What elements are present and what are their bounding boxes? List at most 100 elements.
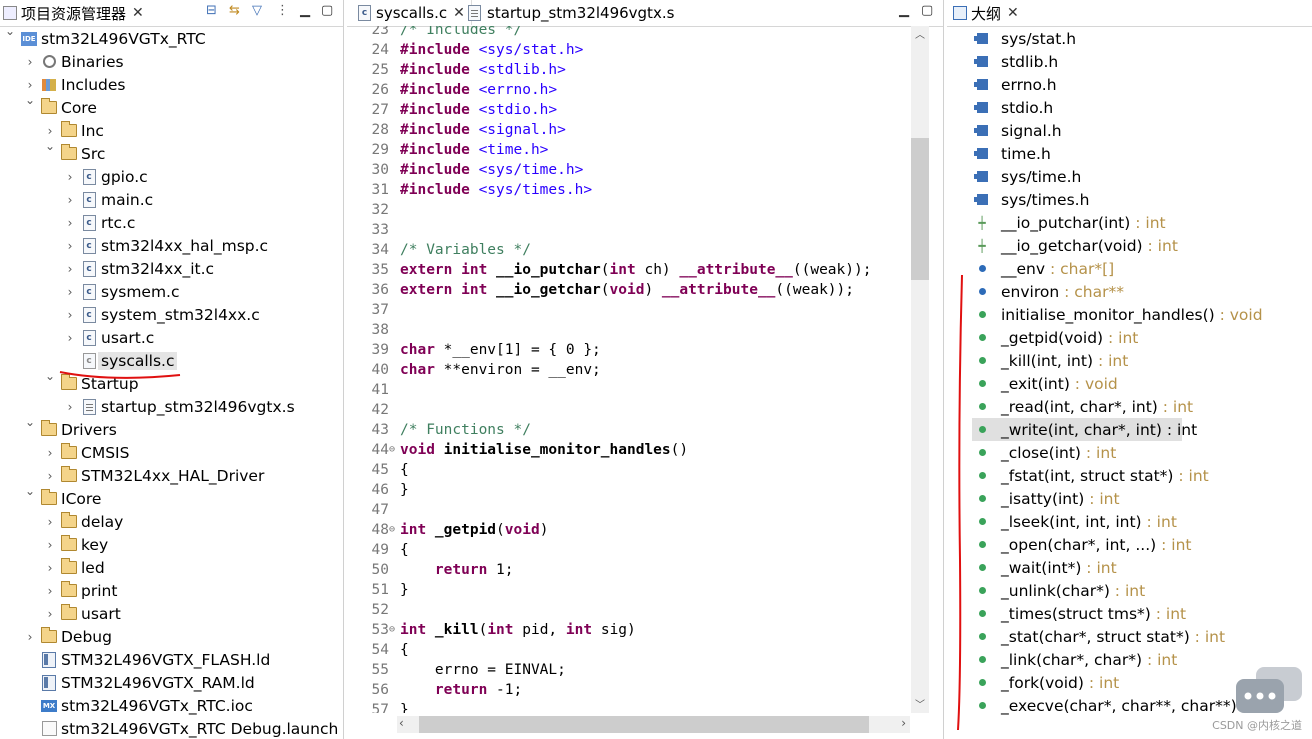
chevron-right-icon[interactable]: ›	[44, 446, 56, 460]
outline-item[interactable]: sys/stat.h	[947, 27, 1312, 50]
tree-item[interactable]: › Includes	[0, 73, 343, 96]
outline-item[interactable]: _stat(char*, struct stat*) : int	[947, 625, 1312, 648]
tree-item[interactable]: › STM32L4xx_HAL_Driver	[0, 464, 343, 487]
tree-item[interactable]: ⌄ Drivers	[0, 415, 343, 441]
chevron-right-icon[interactable]: ›	[64, 239, 76, 253]
tab-project-explorer[interactable]: 项目资源管理器 ✕	[3, 0, 144, 26]
tree-item[interactable]: › c system_stm32l4xx.c	[0, 303, 343, 326]
outline-item[interactable]: ┿ __io_putchar(int) : int	[947, 211, 1312, 234]
minimize-icon[interactable]: ▁	[300, 3, 310, 18]
horizontal-scroll-thumb[interactable]	[419, 716, 869, 733]
outline-item[interactable]: sys/time.h	[947, 165, 1312, 188]
tree-item[interactable]: › print	[0, 579, 343, 602]
outline-item[interactable]: __env : char*[]	[947, 257, 1312, 280]
outline-item[interactable]: _unlink(char*) : int	[947, 579, 1312, 602]
tree-item[interactable]: ⌄ Startup	[0, 369, 343, 395]
close-icon[interactable]: ✕	[1007, 5, 1019, 21]
outline-item[interactable]: _times(struct tms*) : int	[947, 602, 1312, 625]
tree-item[interactable]: › c stm32l4xx_hal_msp.c	[0, 234, 343, 257]
chevron-right-icon[interactable]: ›	[44, 584, 56, 598]
chevron-down-icon[interactable]: ⌄	[24, 484, 36, 498]
code-area[interactable]: 23/* Includes */24 #include <sys/stat.h> 2…	[347, 26, 910, 713]
maximize-icon[interactable]: ▢	[321, 3, 333, 18]
fold-collapse-icon[interactable]: ⊖	[389, 440, 395, 460]
horizontal-scrollbar[interactable]: ‹ ›	[397, 716, 910, 733]
chevron-right-icon[interactable]: ›	[24, 78, 36, 92]
outline-item[interactable]: _wait(int*) : int	[947, 556, 1312, 579]
outline-item[interactable]: _close(int) : int	[947, 441, 1312, 464]
tree-item[interactable]: › c rtc.c	[0, 211, 343, 234]
close-icon[interactable]: ✕	[453, 5, 465, 21]
outline-item[interactable]: ┿ __io_getchar(void) : int	[947, 234, 1312, 257]
outline-item[interactable]: errno.h	[947, 73, 1312, 96]
tree-item[interactable]: ⌄ Core	[0, 93, 343, 119]
scroll-left-icon[interactable]: ‹	[399, 716, 404, 730]
outline-item[interactable]: _kill(int, int) : int	[947, 349, 1312, 372]
chevron-down-icon[interactable]: ⌄	[4, 24, 16, 38]
tab-startup-s[interactable]: startup_stm32l496vgtx.s	[468, 0, 674, 26]
tree-item[interactable]: stm32L496VGTx_RTC Debug.launch	[0, 717, 343, 739]
chevron-down-icon[interactable]: ⌄	[44, 139, 56, 153]
outline-item[interactable]: _write(int, char*, int) : int	[972, 418, 1197, 441]
view-menu-icon[interactable]: ⋮	[276, 3, 289, 18]
tree-item[interactable]: ⌄ IDE stm32L496VGTx_RTC	[0, 24, 343, 50]
vertical-scrollbar[interactable]: ︿ ﹀	[911, 26, 929, 713]
chevron-right-icon[interactable]: ›	[64, 331, 76, 345]
fold-collapse-icon[interactable]: ⊖	[389, 620, 395, 640]
chevron-down-icon[interactable]: ⌄	[24, 93, 36, 107]
outline-item[interactable]: _exit(int) : void	[947, 372, 1312, 395]
chevron-right-icon[interactable]: ›	[24, 55, 36, 69]
chevron-right-icon[interactable]: ›	[44, 469, 56, 483]
chevron-right-icon[interactable]: ›	[44, 124, 56, 138]
outline-item[interactable]: _lseek(int, int, int) : int	[947, 510, 1312, 533]
scroll-right-icon[interactable]: ›	[901, 716, 906, 730]
chevron-right-icon[interactable]: ›	[44, 538, 56, 552]
chevron-right-icon[interactable]: ›	[24, 630, 36, 644]
chevron-right-icon[interactable]: ›	[64, 400, 76, 414]
tree-item[interactable]: › usart	[0, 602, 343, 625]
outline-item[interactable]: stdlib.h	[947, 50, 1312, 73]
scroll-up-icon[interactable]: ︿	[911, 26, 929, 43]
outline-item[interactable]: _fstat(int, struct stat*) : int	[947, 464, 1312, 487]
chevron-down-icon[interactable]: ⌄	[24, 415, 36, 429]
outline-item[interactable]: _read(int, char*, int) : int	[947, 395, 1312, 418]
tree-item[interactable]: › c stm32l4xx_it.c	[0, 257, 343, 280]
tree-item[interactable]: › delay	[0, 510, 343, 533]
tree-item[interactable]: › led	[0, 556, 343, 579]
chevron-right-icon[interactable]: ›	[44, 607, 56, 621]
tree-item[interactable]: ⌄ ICore	[0, 484, 343, 510]
chevron-right-icon[interactable]: ›	[64, 216, 76, 230]
tab-outline[interactable]: 大纲 ✕	[953, 0, 1019, 26]
tree-item[interactable]: › startup_stm32l496vgtx.s	[0, 395, 343, 418]
maximize-icon[interactable]: ▢	[921, 3, 933, 18]
outline-item[interactable]: stdio.h	[947, 96, 1312, 119]
chevron-right-icon[interactable]: ›	[44, 515, 56, 529]
link-with-editor-icon[interactable]: ⇆	[229, 3, 240, 18]
outline-item[interactable]: initialise_monitor_handles() : void	[947, 303, 1312, 326]
tab-syscalls-c[interactable]: c syscalls.c ✕	[352, 0, 472, 25]
tree-item[interactable]: › Binaries	[0, 50, 343, 73]
minimize-icon[interactable]: ▁	[899, 3, 909, 18]
fold-collapse-icon[interactable]: ⊖	[389, 520, 395, 540]
outline-item[interactable]: time.h	[947, 142, 1312, 165]
tree-item[interactable]: › Debug	[0, 625, 343, 648]
collapse-all-icon[interactable]: ⊟	[206, 3, 217, 18]
tree-item[interactable]: STM32L496VGTX_FLASH.ld	[0, 648, 343, 671]
tree-item[interactable]: › key	[0, 533, 343, 556]
outline-item[interactable]: signal.h	[947, 119, 1312, 142]
chevron-right-icon[interactable]: ›	[64, 170, 76, 184]
tree-item[interactable]: ⌄ Src	[0, 139, 343, 165]
tree-item[interactable]: MX stm32L496VGTx_RTC.ioc	[0, 694, 343, 717]
chevron-right-icon[interactable]: ›	[64, 285, 76, 299]
chevron-right-icon[interactable]: ›	[64, 308, 76, 322]
scroll-down-icon[interactable]: ﹀	[911, 696, 929, 713]
outline-item[interactable]: sys/times.h	[947, 188, 1312, 211]
chevron-right-icon[interactable]: ›	[44, 561, 56, 575]
outline-item[interactable]: environ : char**	[947, 280, 1312, 303]
tree-item[interactable]: › c sysmem.c	[0, 280, 343, 303]
close-icon[interactable]: ✕	[132, 5, 144, 21]
chevron-down-icon[interactable]: ⌄	[44, 369, 56, 383]
outline-item[interactable]: _isatty(int) : int	[947, 487, 1312, 510]
chevron-right-icon[interactable]: ›	[64, 193, 76, 207]
tree-item[interactable]: › c main.c	[0, 188, 343, 211]
